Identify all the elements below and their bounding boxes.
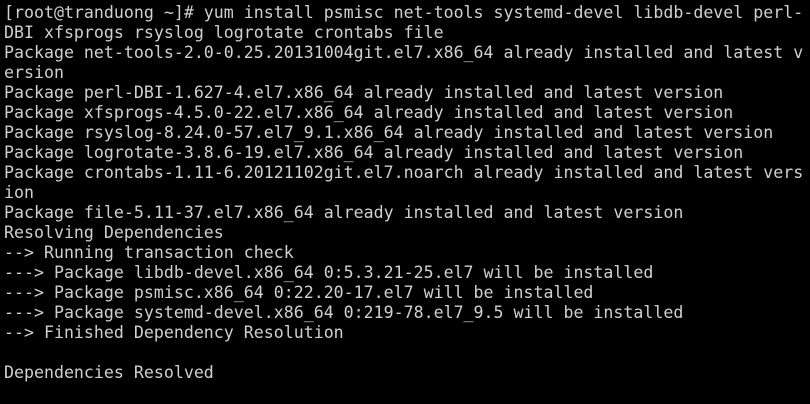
output-line: Package xfsprogs-4.5.0-22.el7.x86_64 alr… <box>4 103 734 122</box>
output-line: Package net-tools-2.0-0.25.20131004git.e… <box>4 43 804 62</box>
output-line: Package perl-DBI-1.627-4.el7.x86_64 alre… <box>4 83 724 102</box>
output-line: --> Running transaction check <box>4 243 294 262</box>
command-prompt-line: [root@tranduong ~]# yum install psmisc n… <box>4 3 804 22</box>
output-line: ---> Package psmisc.x86_64 0:22.20-17.el… <box>4 283 594 302</box>
output-line: Dependencies Resolved <box>4 363 214 382</box>
output-line: ersion <box>4 63 64 82</box>
output-line: Package logrotate-3.8.6-19.el7.x86_64 al… <box>4 143 744 162</box>
output-line: ---> Package libdb-devel.x86_64 0:5.3.21… <box>4 263 654 282</box>
output-line: Resolving Dependencies <box>4 223 224 242</box>
output-line: ---> Package systemd-devel.x86_64 0:219-… <box>4 303 684 322</box>
command-continuation-line: DBI xfsprogs rsyslog logrotate crontabs … <box>4 23 444 42</box>
output-line: ion <box>4 183 34 202</box>
terminal-window[interactable]: [root@tranduong ~]# yum install psmisc n… <box>0 0 810 404</box>
output-line: Package rsyslog-8.24.0-57.el7_9.1.x86_64… <box>4 123 774 142</box>
output-line: Package crontabs-1.11-6.20121102git.el7.… <box>4 163 804 182</box>
output-line: --> Finished Dependency Resolution <box>4 323 344 342</box>
output-line: Package file-5.11-37.el7.x86_64 already … <box>4 203 684 222</box>
